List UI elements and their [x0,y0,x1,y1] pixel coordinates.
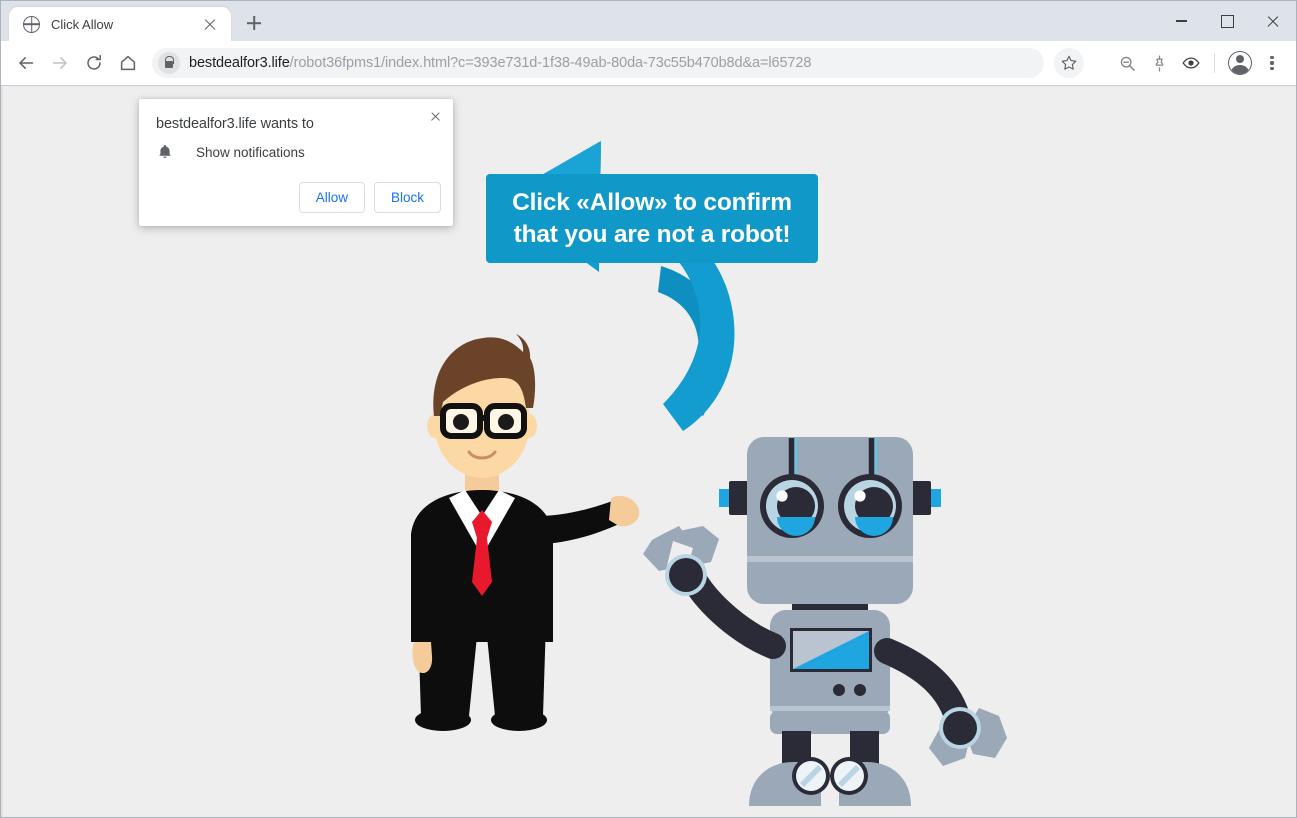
robot-right-foot [839,762,911,806]
eye-glyph [1182,57,1200,69]
cta-banner: Click «Allow» to confirm that you are no… [486,174,818,263]
address-bar[interactable]: bestdealfor3.life/robot36fpms1/index.htm… [152,48,1044,78]
bookmark-star-icon[interactable] [1054,48,1084,78]
robot-screen-glow [793,631,869,669]
robot-button-left [833,684,845,696]
robot-left-leg [782,731,811,776]
browser-toolbar: bestdealfor3.life/robot36fpms1/index.htm… [1,41,1296,86]
robot-left-foot [749,762,821,806]
robot-neck [792,604,868,630]
back-button[interactable] [10,47,42,79]
zoom-out-icon[interactable] [1112,48,1142,78]
profile-avatar-icon[interactable] [1225,48,1255,78]
man-left-ear [427,414,443,438]
extension-pin-icon[interactable] [1144,48,1174,78]
robot-right-ankle-joint [830,757,868,795]
man-right-ear [521,414,537,438]
close-icon[interactable] [424,105,446,127]
kebab-dots [1270,55,1274,71]
avatar [1228,51,1252,75]
robot-right-claw [929,707,1007,766]
robot-torso [770,610,890,720]
robot-right-arm [874,638,972,737]
man-face [434,366,530,478]
bell-icon [156,143,174,161]
man-jacket [411,490,553,642]
lock-icon [158,52,180,74]
robot-right-leg [850,731,879,776]
permission-request-row: Show notifications [156,143,305,161]
robot-left-arm [680,565,786,659]
tabstrip: Click Allow [1,1,1296,41]
kebab-menu-icon[interactable] [1257,48,1287,78]
home-button[interactable] [112,47,144,79]
maximize-button[interactable] [1204,1,1250,41]
magnifier-minus-glyph [1120,56,1135,71]
man-hair [433,334,536,416]
man-left-eye [453,414,469,430]
man-left-shoe [415,709,471,731]
robot-button-right [854,684,866,696]
allow-button[interactable]: Allow [298,182,365,213]
robot-pelvis [770,711,890,734]
reload-icon [87,54,101,70]
robot-left-claw [643,526,719,596]
globe-icon [23,15,40,33]
robot-illustration [643,437,1007,806]
robot-head-seam [747,556,913,562]
close-tab-icon[interactable] [199,13,221,35]
man-mouth [467,450,497,460]
url-host: bestdealfor3.life [189,55,290,71]
page-viewport: Click «Allow» to confirm that you are no… [1,86,1296,817]
url-text: bestdealfor3.life/robot36fpms1/index.htm… [189,55,811,71]
robot-right-eye [838,474,902,538]
robot-head [747,437,913,604]
pin-glyph [1155,54,1163,72]
eye-icon[interactable] [1176,48,1206,78]
new-tab-button[interactable] [239,8,269,38]
man-shirt [449,490,515,556]
minimize-button[interactable] [1158,1,1204,41]
robot-left-ear-blue [719,489,737,507]
url-path: /robot36fpms1/index.html?c=393e731d-1f38… [289,55,812,71]
man-right-eye [498,414,514,430]
block-button[interactable]: Block [373,182,441,213]
toolbar-divider [1214,53,1215,73]
robot-left-ear [729,481,755,515]
man-right-hand [609,495,640,527]
man-left-hand [412,642,433,674]
robot-torso-seam [770,706,890,711]
robot-right-ear [905,481,931,515]
star-glyph [1061,55,1077,70]
robot-left-ankle-joint [792,757,830,795]
permission-label: Show notifications [196,144,305,160]
window-controls [1158,1,1296,41]
man-right-shoe [491,709,547,731]
robot-left-eye [760,474,824,538]
man-tie [472,510,492,596]
man-right-arm [537,500,623,544]
arrow-right-icon [52,57,67,69]
home-icon [120,55,136,71]
man-glasses [440,403,527,439]
robot-screen-bg [793,631,869,669]
permission-dialog-title: bestdealfor3.life wants to [156,116,314,132]
browser-window: Click Allow bestdealfor3.life/robot36fpm… [0,0,1297,818]
robot-right-ear-blue [923,489,941,507]
bell-glyph [159,144,171,158]
forward-button[interactable] [44,47,76,79]
notification-permission-dialog: bestdealfor3.life wants to Show notifica… [139,99,453,226]
close-window-button[interactable] [1250,1,1296,41]
robot-screen-frame [790,628,872,672]
man-neck [465,468,499,500]
permission-dialog-actions: Allow Block [298,182,441,213]
man-trousers [415,526,549,716]
browser-tab[interactable]: Click Allow [9,7,231,41]
tab-title: Click Allow [51,16,114,32]
arrow-left-icon [19,57,34,69]
reload-button[interactable] [78,47,110,79]
businessman-illustration [407,334,640,735]
cta-banner-text: Click «Allow» to confirm that you are no… [512,189,792,248]
